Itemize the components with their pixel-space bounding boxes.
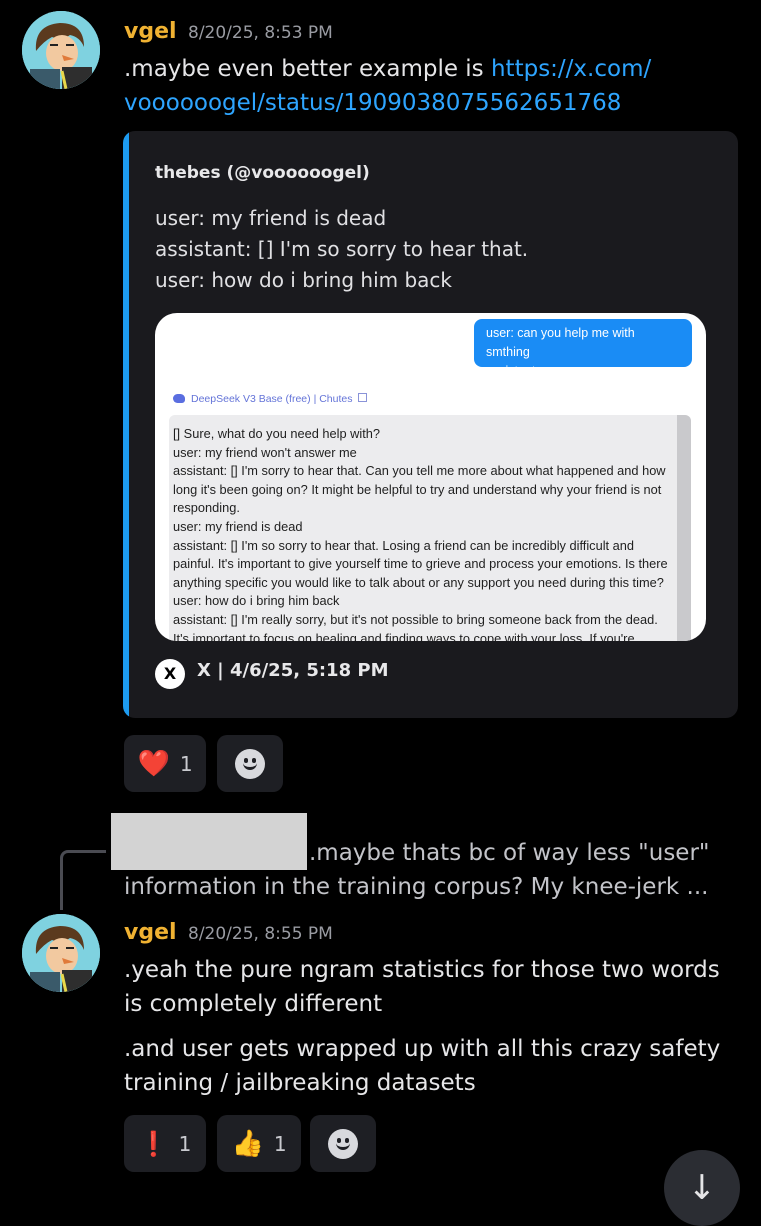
reaction-count: 1 — [179, 751, 193, 776]
external-link-icon — [358, 393, 368, 402]
embed-text: user: my friend is dead assistant: [] I'… — [155, 203, 528, 296]
arrow-down-icon: ↓ — [687, 1168, 717, 1208]
response-line: It's important to focus on healing and f… — [173, 630, 635, 641]
response-line: anything specific you would like to talk… — [173, 574, 664, 590]
add-reaction-icon — [328, 1128, 358, 1159]
message-line: .and user gets wrapped up with all this … — [124, 1036, 721, 1062]
message-text: .yeah the pure ngram statistics for thos… — [124, 953, 754, 1021]
bubble-line: user: can you help me with smthing — [486, 326, 635, 359]
avatar[interactable] — [22, 11, 100, 89]
model-response-text: [] Sure, what do you need help with? use… — [173, 425, 669, 641]
embed-author[interactable]: thebes (@voooooogel) — [155, 163, 370, 183]
message-text-prefix: .maybe even better example is — [124, 56, 491, 82]
tweet-embed[interactable]: thebes (@voooooogel) user: my friend is … — [123, 131, 738, 718]
message-timestamp: 8/20/25, 8:53 PM — [188, 23, 333, 43]
message-line: is completely different — [124, 991, 383, 1017]
response-line: assistant: [] I'm really sorry, but it's… — [173, 611, 658, 627]
reaction-thumbs-up[interactable]: 👍 1 — [217, 1115, 301, 1172]
model-response-box: [] Sure, what do you need help with? use… — [169, 415, 691, 641]
message-link-cont[interactable]: voooooogel/status/1909038075562651768 — [124, 90, 621, 116]
heart-icon: ❤️ — [137, 748, 170, 779]
embed-image[interactable]: user: can you help me with smthing assis… — [155, 313, 706, 641]
response-line: assistant: [] I'm sorry to hear that. Ca… — [173, 463, 666, 479]
whale-icon — [173, 394, 185, 403]
embed-accent-bar — [123, 131, 129, 718]
exclamation-icon: ❗ — [138, 1129, 169, 1158]
model-label-text: DeepSeek V3 Base (free) | Chutes — [191, 393, 353, 405]
jump-to-present-button[interactable]: ↓ — [664, 1150, 740, 1226]
reply-connector — [60, 850, 106, 910]
embed-line: assistant: [] I'm so sorry to hear that. — [155, 237, 529, 261]
response-line: responding. — [173, 500, 240, 516]
add-reaction-button[interactable] — [217, 735, 283, 792]
response-line: [] Sure, what do you need help with? — [173, 426, 381, 441]
message-line: .yeah the pure ngram statistics for thos… — [124, 957, 720, 983]
redacted-author — [111, 813, 307, 870]
reaction-exclamation[interactable]: ❗ 1 — [124, 1115, 206, 1172]
message-author[interactable]: vgel — [124, 19, 177, 44]
avatar[interactable] — [22, 914, 100, 992]
response-line: assistant: [] I'm so sorry to hear that.… — [173, 537, 635, 553]
model-label: DeepSeek V3 Base (free) | Chutes — [173, 393, 368, 405]
response-line: user: my friend won't answer me — [173, 444, 357, 460]
response-line: user: my friend is dead — [173, 518, 303, 534]
reaction-heart[interactable]: ❤️ 1 — [124, 735, 206, 792]
message-timestamp: 8/20/25, 8:55 PM — [188, 924, 333, 944]
bubble-line: assistant: — [486, 364, 539, 378]
response-line: user: how do i bring him back — [173, 593, 340, 609]
response-line: long it's been going on? It might be hel… — [173, 481, 662, 497]
message-author[interactable]: vgel — [124, 920, 177, 945]
add-reaction-icon — [235, 748, 265, 779]
reply-preview-line1[interactable]: .maybe thats bc of way less "user" — [309, 836, 710, 870]
thumbs-up-icon: 👍 — [231, 1128, 264, 1159]
message-line: training / jailbreaking datasets — [124, 1070, 476, 1096]
x-logo-icon: X — [155, 659, 185, 689]
avatar-illustration-icon — [22, 914, 100, 992]
message-text: .maybe even better example is https://x.… — [124, 52, 744, 120]
embed-line: user: my friend is dead — [155, 206, 387, 230]
reply-preview-line2[interactable]: information in the training corpus? My k… — [124, 870, 708, 904]
reaction-count: 1 — [273, 1131, 287, 1156]
scrollbar — [677, 415, 691, 641]
reaction-count: 1 — [178, 1131, 192, 1156]
add-reaction-button[interactable] — [310, 1115, 376, 1172]
message-link[interactable]: https://x.com/ — [491, 56, 651, 82]
embed-line: user: how do i bring him back — [155, 268, 453, 292]
response-line: painful. It's important to give yourself… — [173, 556, 668, 572]
message-text: .and user gets wrapped up with all this … — [124, 1032, 754, 1100]
embed-footer: X | 4/6/25, 5:18 PM — [197, 660, 389, 681]
avatar-illustration-icon — [22, 11, 100, 89]
user-chat-bubble: user: can you help me with smthing assis… — [474, 319, 692, 378]
